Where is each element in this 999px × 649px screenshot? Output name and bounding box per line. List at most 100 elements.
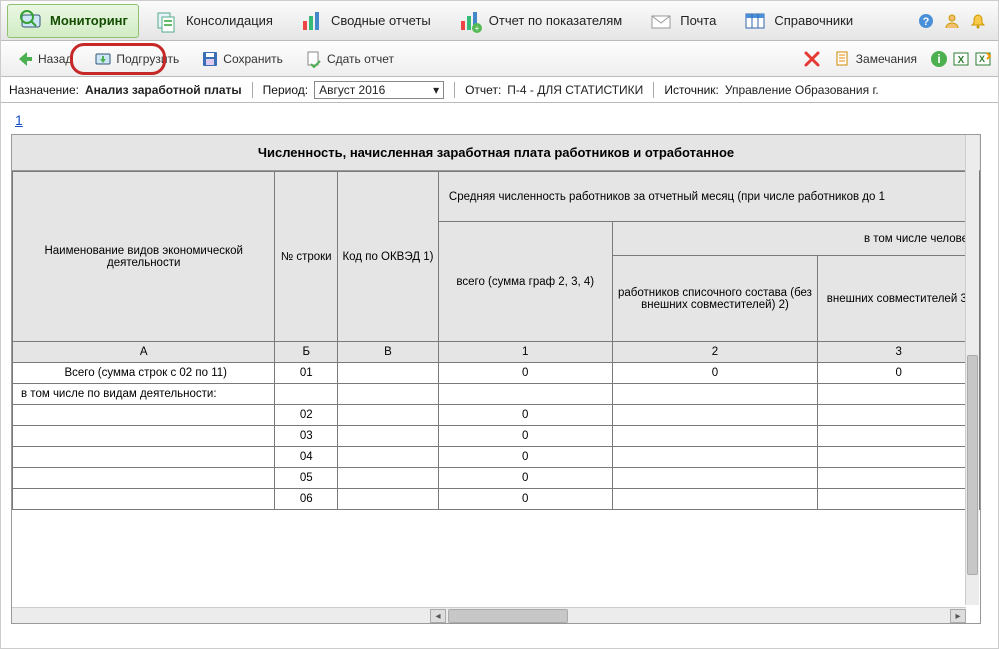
consolidation-icon (154, 8, 180, 34)
col-letter: А (13, 342, 275, 363)
bar-chart-plus-icon: + (457, 8, 483, 34)
cell-name[interactable]: в том числе по видам деятельности: (13, 384, 275, 405)
nav-directories[interactable]: Справочники (731, 4, 864, 38)
source-value: Управление Образования г. (725, 83, 879, 97)
save-button[interactable]: Сохранить (192, 46, 292, 72)
nav-label: Сводные отчеты (331, 13, 431, 28)
excel-import-icon[interactable]: X (974, 50, 992, 68)
table-row: Всего (сумма строк с 02 по 11) 01 0 0 0 (13, 363, 980, 384)
sheet-tab[interactable]: 1 (11, 110, 27, 130)
cell-c2[interactable] (612, 489, 818, 510)
nav-label: Консолидация (186, 13, 273, 28)
info-icon[interactable]: i (930, 50, 948, 68)
horizontal-scrollbar[interactable]: ◂ ▸ (12, 607, 966, 623)
nav-indicator-report[interactable]: + Отчет по показателям (446, 4, 634, 38)
cell-c3[interactable] (818, 447, 980, 468)
cell-name[interactable] (13, 468, 275, 489)
arrow-left-icon (16, 50, 34, 68)
nav-monitoring[interactable]: Мониторинг (7, 4, 139, 38)
col-letter: 3 (818, 342, 980, 363)
secondary-toolbar: Назад Подгрузить Сохранить Сдать отчет З… (1, 41, 998, 77)
main-nav: Мониторинг Консолидация Сводные отчеты +… (1, 1, 998, 41)
help-icon[interactable]: ? (916, 11, 936, 31)
submit-icon (305, 50, 323, 68)
content-area: 1 Численность, начисленная заработная пл… (1, 104, 998, 648)
cell-c1[interactable]: 0 (438, 426, 612, 447)
user-icon[interactable] (942, 11, 962, 31)
cell-name[interactable] (13, 447, 275, 468)
table-body: Всего (сумма строк с 02 по 11) 01 0 0 0 … (13, 363, 980, 510)
cell-c2[interactable]: 0 (612, 363, 818, 384)
sheet-frame: Численность, начисленная заработная плат… (11, 134, 981, 624)
th-total: всего (сумма граф 2, 3, 4) (438, 222, 612, 342)
cell-no[interactable] (275, 384, 338, 405)
cell-okved[interactable] (338, 447, 439, 468)
cell-no[interactable]: 06 (275, 489, 338, 510)
monitor-icon (18, 8, 44, 34)
period-select[interactable]: Август 2016 ▾ (314, 81, 444, 99)
cell-c3[interactable] (818, 405, 980, 426)
table-row: 05 0 (13, 468, 980, 489)
delete-icon[interactable] (803, 50, 821, 68)
horizontal-scroll-thumb[interactable] (448, 609, 568, 623)
cell-no[interactable]: 05 (275, 468, 338, 489)
cell-c1[interactable]: 0 (438, 468, 612, 489)
col-letter: 2 (612, 342, 818, 363)
note-icon (834, 50, 852, 68)
save-icon (201, 50, 219, 68)
upload-button[interactable]: Подгрузить (85, 46, 188, 72)
cell-c3[interactable]: 0 (818, 363, 980, 384)
info-bar: Назначение: Анализ заработной платы Пери… (1, 77, 998, 103)
cell-c3[interactable] (818, 489, 980, 510)
nav-mail[interactable]: Почта (637, 4, 727, 38)
th-including: в том числе человек (612, 222, 979, 256)
cell-name[interactable]: Всего (сумма строк с 02 по 11) (13, 363, 275, 384)
cell-name[interactable] (13, 426, 275, 447)
assignment-value: Анализ заработной платы (85, 83, 242, 97)
cell-c1[interactable]: 0 (438, 489, 612, 510)
cell-c3[interactable] (818, 426, 980, 447)
cell-c1[interactable]: 0 (438, 447, 612, 468)
cell-c3[interactable] (818, 384, 980, 405)
cell-c1[interactable] (438, 384, 612, 405)
cell-okved[interactable] (338, 489, 439, 510)
scroll-left-button[interactable]: ◂ (430, 609, 446, 623)
cell-no[interactable]: 03 (275, 426, 338, 447)
cell-name[interactable] (13, 405, 275, 426)
cell-c3[interactable] (818, 468, 980, 489)
cell-okved[interactable] (338, 384, 439, 405)
cell-no[interactable]: 04 (275, 447, 338, 468)
table-icon (742, 8, 768, 34)
nav-consolidation[interactable]: Консолидация (143, 4, 284, 38)
cell-okved[interactable] (338, 426, 439, 447)
cell-c1[interactable]: 0 (438, 363, 612, 384)
cell-no[interactable]: 02 (275, 405, 338, 426)
back-button[interactable]: Назад (7, 46, 81, 72)
submit-button[interactable]: Сдать отчет (296, 46, 403, 72)
cell-c2[interactable] (612, 468, 818, 489)
cell-c2[interactable] (612, 447, 818, 468)
cell-name[interactable] (13, 489, 275, 510)
bell-icon[interactable] (968, 11, 988, 31)
cell-okved[interactable] (338, 363, 439, 384)
col-letter: 1 (438, 342, 612, 363)
cell-okved[interactable] (338, 468, 439, 489)
vertical-scroll-thumb[interactable] (967, 355, 978, 575)
cell-okved[interactable] (338, 405, 439, 426)
cell-c1[interactable]: 0 (438, 405, 612, 426)
bar-chart-icon (299, 8, 325, 34)
cell-c2[interactable] (612, 426, 818, 447)
report-table: Наименование видов экономической деятель… (12, 171, 980, 510)
cell-no[interactable]: 01 (275, 363, 338, 384)
vertical-scrollbar[interactable] (965, 135, 979, 605)
cell-c2[interactable] (612, 384, 818, 405)
chevron-down-icon: ▾ (433, 83, 439, 97)
col-letter: В (338, 342, 439, 363)
svg-text:+: + (474, 24, 479, 33)
scroll-right-button[interactable]: ▸ (950, 609, 966, 623)
nav-summary-reports[interactable]: Сводные отчеты (288, 4, 442, 38)
period-label: Период: (263, 83, 308, 97)
cell-c2[interactable] (612, 405, 818, 426)
excel-export-icon[interactable]: X (952, 50, 970, 68)
remarks-button[interactable]: Замечания (825, 46, 926, 72)
